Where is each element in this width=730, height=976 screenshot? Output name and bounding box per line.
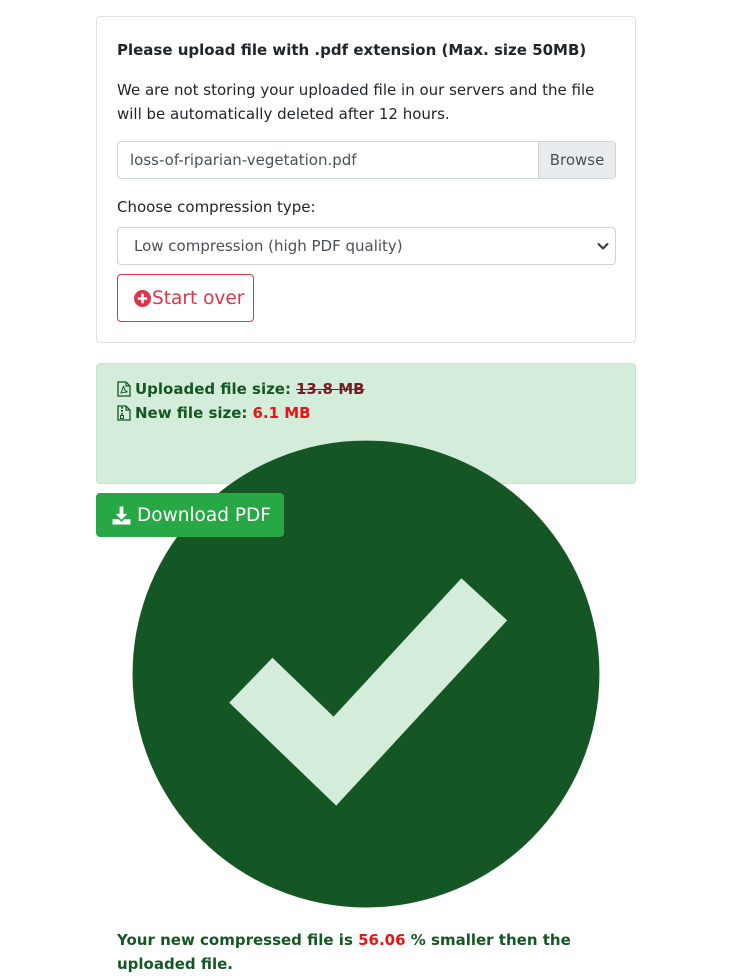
uploaded-size-label: Uploaded file size: xyxy=(135,380,291,398)
compression-type-selected: Low compression (high PDF quality) xyxy=(134,237,403,255)
file-input[interactable]: loss-of-riparian-vegetation.pdf Browse xyxy=(117,141,616,179)
uploaded-size-value: 13.8 MB xyxy=(295,380,365,398)
result-alert: Uploaded file size: 13.8 MB New file siz… xyxy=(96,363,636,973)
summary-percent: 56.06 xyxy=(358,931,406,949)
browse-button[interactable]: Browse xyxy=(538,142,615,178)
download-pdf-label: Download PDF xyxy=(137,504,271,526)
file-pdf-icon xyxy=(117,381,131,397)
uploaded-size-row: Uploaded file size: 13.8 MB xyxy=(117,377,615,401)
upload-card-title: Please upload file with .pdf extension (… xyxy=(117,41,587,59)
new-size-value: 6.1 MB xyxy=(252,404,311,422)
upload-card: Please upload file with .pdf extension (… xyxy=(96,16,636,343)
new-size-row: New file size: 6.1 MB xyxy=(117,401,615,425)
chevron-down-icon xyxy=(597,243,609,250)
start-over-label: Start over xyxy=(152,287,245,309)
summary-prefix: Your new compressed file is xyxy=(117,931,353,949)
summary-end: file. xyxy=(200,955,234,973)
new-size-label: New file size: xyxy=(135,404,248,422)
plus-circle-icon xyxy=(134,289,151,307)
file-archive-icon xyxy=(117,405,131,421)
start-over-button[interactable]: Start over xyxy=(117,274,254,322)
compression-type-label: Choose compression type: xyxy=(117,198,316,216)
compression-type-select[interactable]: Low compression (high PDF quality) xyxy=(117,227,616,265)
file-input-filename: loss-of-riparian-vegetation.pdf xyxy=(130,151,357,169)
upload-card-description: We are not storing your uploaded file in… xyxy=(117,81,595,123)
download-pdf-button[interactable]: Download PDF xyxy=(96,493,284,537)
download-icon xyxy=(112,506,131,524)
